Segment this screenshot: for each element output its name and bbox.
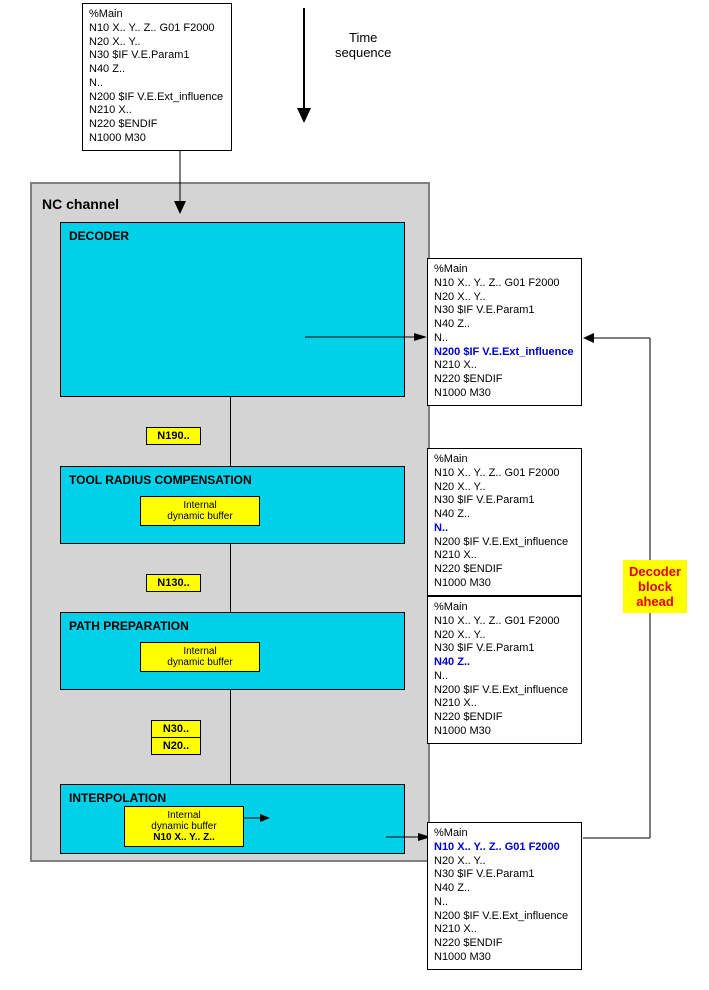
- buffer-interp: Internal dynamic buffer N10 X.. Y.. Z..: [124, 806, 244, 847]
- doc-line: N20 X.. Y..: [434, 291, 575, 305]
- doc-line: N20 X.. Y..: [434, 629, 575, 643]
- doc-interp: %Main N10 X.. Y.. Z.. G01 F2000 N20 X.. …: [427, 822, 582, 970]
- doc-line: N1000 M30: [434, 387, 575, 401]
- decoder-block-ahead: Decoder block ahead: [623, 560, 687, 613]
- doc-line: %Main: [434, 453, 575, 467]
- doc-line: %Main: [434, 263, 575, 277]
- doc-line: N30 $IF V.E.Param1: [89, 49, 225, 63]
- doc-line: N10 X.. Y.. Z.. G01 F2000: [89, 22, 225, 36]
- doc-pathprep: %Main N10 X.. Y.. Z.. G01 F2000 N20 X.. …: [427, 596, 582, 744]
- arrow-decoding: [305, 333, 430, 347]
- doc-line: N20 X.. Y..: [434, 481, 575, 495]
- stage-decoder-title: DECODER: [69, 229, 396, 243]
- doc-line: N..: [434, 896, 575, 910]
- doc-line: N200 $IF V.E.Ext_influence: [434, 536, 575, 550]
- doc-line: N1000 M30: [434, 577, 575, 591]
- doc-line: N200 $IF V.E.Ext_influence: [89, 91, 225, 105]
- buffer-pathprep: Internal dynamic buffer: [140, 642, 260, 672]
- doc-line: %Main: [434, 601, 575, 615]
- arrow-top-to-decoder: [165, 144, 195, 219]
- tag-n30: N30..: [151, 720, 201, 738]
- doc-line: N210 X..: [434, 359, 575, 373]
- time-arrow: [289, 8, 319, 128]
- doc-line: N..: [434, 332, 575, 346]
- doc-line: N10 X.. Y.. Z.. G01 F2000: [434, 615, 575, 629]
- doc-line: N210 X..: [434, 549, 575, 563]
- doc-line: %Main: [89, 8, 225, 22]
- doc-line: N220 $ENDIF: [434, 563, 575, 577]
- doc-line: %Main: [434, 827, 575, 841]
- buffer-interp-label: Internal dynamic buffer: [151, 810, 216, 832]
- doc-line: N30 $IF V.E.Param1: [434, 642, 575, 656]
- doc-line: N30 $IF V.E.Param1: [434, 304, 575, 318]
- buffer-trc: Internal dynamic buffer: [140, 496, 260, 526]
- doc-line: N210 X..: [434, 697, 575, 711]
- nc-title: NC channel: [42, 196, 418, 212]
- doc-line: N20 X.. Y..: [434, 855, 575, 869]
- doc-line: N40 Z..: [434, 882, 575, 896]
- doc-line: N30 $IF V.E.Param1: [434, 494, 575, 508]
- doc-line: N1000 M30: [434, 951, 575, 965]
- doc-line-hl: N40 Z..: [434, 656, 575, 670]
- doc-line: N210 X..: [89, 104, 225, 118]
- doc-line: N220 $ENDIF: [434, 937, 575, 951]
- doc-line: N200 $IF V.E.Ext_influence: [434, 684, 575, 698]
- doc-trc: %Main N10 X.. Y.. Z.. G01 F2000 N20 X.. …: [427, 448, 582, 596]
- buffer-interp-n10: N10 X.. Y.. Z..: [153, 832, 215, 843]
- doc-line: N..: [434, 670, 575, 684]
- doc-line: N1000 M30: [434, 725, 575, 739]
- doc-decoder: %Main N10 X.. Y.. Z.. G01 F2000 N20 X.. …: [427, 258, 582, 406]
- doc-line: N200 $IF V.E.Ext_influence: [434, 910, 575, 924]
- doc-line: N20 X.. Y..: [89, 36, 225, 50]
- doc-line: N30 $IF V.E.Param1: [434, 868, 575, 882]
- doc-main-top: %Main N10 X.. Y.. Z.. G01 F2000 N20 X.. …: [82, 3, 232, 151]
- tag-n130: N130..: [146, 574, 201, 592]
- doc-line: N40 Z..: [89, 63, 225, 77]
- doc-line-hl: N200 $IF V.E.Ext_influence: [434, 346, 575, 360]
- doc-line-hl: N..: [434, 522, 575, 536]
- doc-line-hl: N10 X.. Y.. Z.. G01 F2000: [434, 841, 575, 855]
- stage-pathprep-title: PATH PREPARATION: [69, 619, 396, 633]
- doc-line: N220 $ENDIF: [434, 373, 575, 387]
- stage-trc-title: TOOL RADIUS COMPENSATION: [69, 473, 396, 487]
- stage-decoder: DECODER: [60, 222, 405, 397]
- tag-n190: N190..: [146, 427, 201, 445]
- tag-n20: N20..: [151, 737, 201, 755]
- doc-line: N1000 M30: [89, 132, 225, 146]
- stage-interp-title: INTERPOLATION: [69, 791, 396, 805]
- arrow-buf-to-label: [244, 812, 272, 826]
- doc-line: N40 Z..: [434, 318, 575, 332]
- doc-line: N210 X..: [434, 923, 575, 937]
- doc-line: N220 $ENDIF: [434, 711, 575, 725]
- doc-line: N..: [89, 77, 225, 91]
- doc-line: N220 $ENDIF: [89, 118, 225, 132]
- doc-line: N40 Z..: [434, 508, 575, 522]
- time-label: Time sequence: [335, 30, 391, 60]
- arrow-interp: [386, 832, 433, 846]
- doc-line: N10 X.. Y.. Z.. G01 F2000: [434, 467, 575, 481]
- doc-line: N10 X.. Y.. Z.. G01 F2000: [434, 277, 575, 291]
